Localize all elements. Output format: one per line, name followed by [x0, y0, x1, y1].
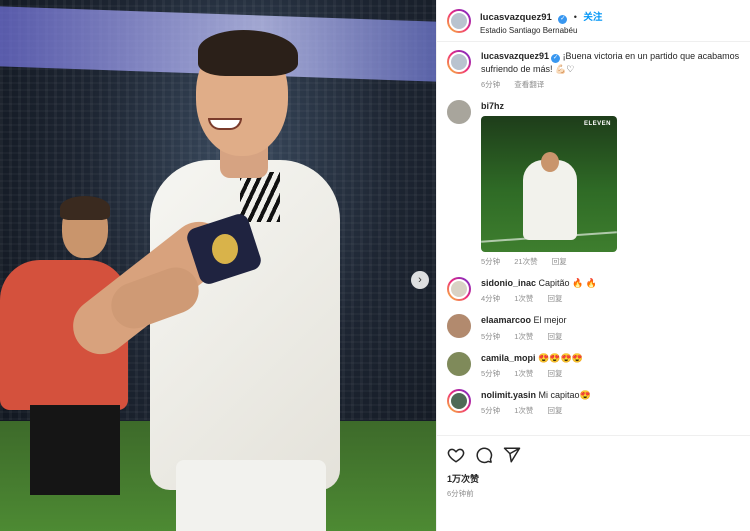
- reply-button[interactable]: 回复: [548, 332, 563, 341]
- comment-item: camila_mopi 😍😍😍😍 5分钟 1次赞 回复: [447, 351, 740, 379]
- post-header: lucasvazquez91 ✓ • 关注 Estadio Santiago B…: [437, 0, 750, 42]
- comment-item: sidonio_inac Capitão 🔥 🔥 4分钟 1次赞 回复: [447, 277, 740, 304]
- translate-button[interactable]: 查看翻译: [514, 80, 544, 89]
- avatar[interactable]: [447, 277, 471, 302]
- gif-watermark: ELEVEN: [583, 121, 611, 128]
- comment-likes[interactable]: 1次赞: [514, 406, 533, 415]
- follow-button[interactable]: 关注: [583, 12, 602, 23]
- avatar[interactable]: [447, 388, 471, 413]
- post-sidebar: lucasvazquez91 ✓ • 关注 Estadio Santiago B…: [436, 0, 750, 531]
- verified-badge-icon: ✓: [558, 14, 568, 24]
- comment-text: El mejor: [533, 315, 567, 326]
- avatar[interactable]: [447, 8, 471, 33]
- comment-text: 😍😍😍😍: [538, 352, 583, 363]
- avatar[interactable]: [447, 50, 471, 74]
- caption: lucasvazquez91 ✓ ¡Buena victoria en un pa…: [447, 50, 740, 90]
- author-username[interactable]: lucasvazquez91: [480, 12, 552, 23]
- post-actions: 1万次赞 6分钟前: [437, 435, 750, 531]
- comment-icon[interactable]: [475, 446, 493, 464]
- chevron-right-icon[interactable]: ›: [411, 271, 429, 289]
- reply-button[interactable]: 回复: [548, 294, 563, 303]
- comments-list[interactable]: lucasvazquez91 ✓ ¡Buena victoria en un pa…: [437, 42, 750, 435]
- comment-time: 5分钟: [481, 257, 501, 267]
- post-time: 6分钟前: [447, 489, 474, 498]
- caption-time: 6分钟: [481, 80, 501, 90]
- comment-time: 5分钟: [481, 405, 501, 415]
- comment-username[interactable]: sidonio_inac: [481, 278, 536, 288]
- comment-gif[interactable]: ELEVEN: [481, 116, 617, 253]
- comment-likes[interactable]: 1次赞: [514, 294, 533, 303]
- comment-time: 5分钟: [481, 368, 501, 378]
- player-figure: [40, 20, 340, 531]
- post-viewer: › lucasvazquez91 ✓ • 关注 Estadio Santiago…: [0, 0, 750, 531]
- reply-button[interactable]: 回复: [552, 257, 567, 266]
- avatar[interactable]: [447, 314, 471, 339]
- post-photo[interactable]: ›: [0, 0, 436, 531]
- caption-username[interactable]: lucasvazquez91: [481, 51, 549, 61]
- reply-button[interactable]: 回复: [548, 406, 563, 415]
- comment-likes[interactable]: 1次赞: [514, 332, 533, 341]
- post-location[interactable]: Estadio Santiago Bernabéu: [480, 26, 602, 36]
- comment-likes[interactable]: 1次赞: [514, 369, 533, 378]
- comment-text: Capitão 🔥 🔥: [538, 278, 597, 289]
- avatar[interactable]: [447, 100, 471, 125]
- comment-item: bi7hz ELEVEN 5分钟 21次赞 回复: [447, 100, 740, 267]
- like-count[interactable]: 1万次赞: [447, 472, 740, 485]
- comment-text: Mi capitao😍: [538, 389, 591, 400]
- comment-time: 5分钟: [481, 331, 501, 341]
- comment-username[interactable]: camila_mopi: [481, 353, 536, 363]
- separator-dot: •: [573, 11, 577, 22]
- share-icon[interactable]: [503, 446, 521, 464]
- comment-likes[interactable]: 21次赞: [514, 257, 537, 266]
- comment-username[interactable]: bi7hz: [481, 101, 504, 111]
- comment-time: 4分钟: [481, 294, 501, 304]
- reply-button[interactable]: 回复: [548, 369, 563, 378]
- comment-item: nolimit.yasin Mi capitao😍 5分钟 1次赞 回复: [447, 388, 740, 416]
- verified-badge-icon: ✓: [551, 54, 561, 63]
- comment-username[interactable]: nolimit.yasin: [481, 390, 536, 400]
- avatar[interactable]: [447, 351, 471, 376]
- heart-icon[interactable]: [447, 446, 465, 464]
- comment-username[interactable]: elaamarcoo: [481, 315, 531, 325]
- comment-item: elaamarcoo El mejor 5分钟 1次赞 回复: [447, 314, 740, 341]
